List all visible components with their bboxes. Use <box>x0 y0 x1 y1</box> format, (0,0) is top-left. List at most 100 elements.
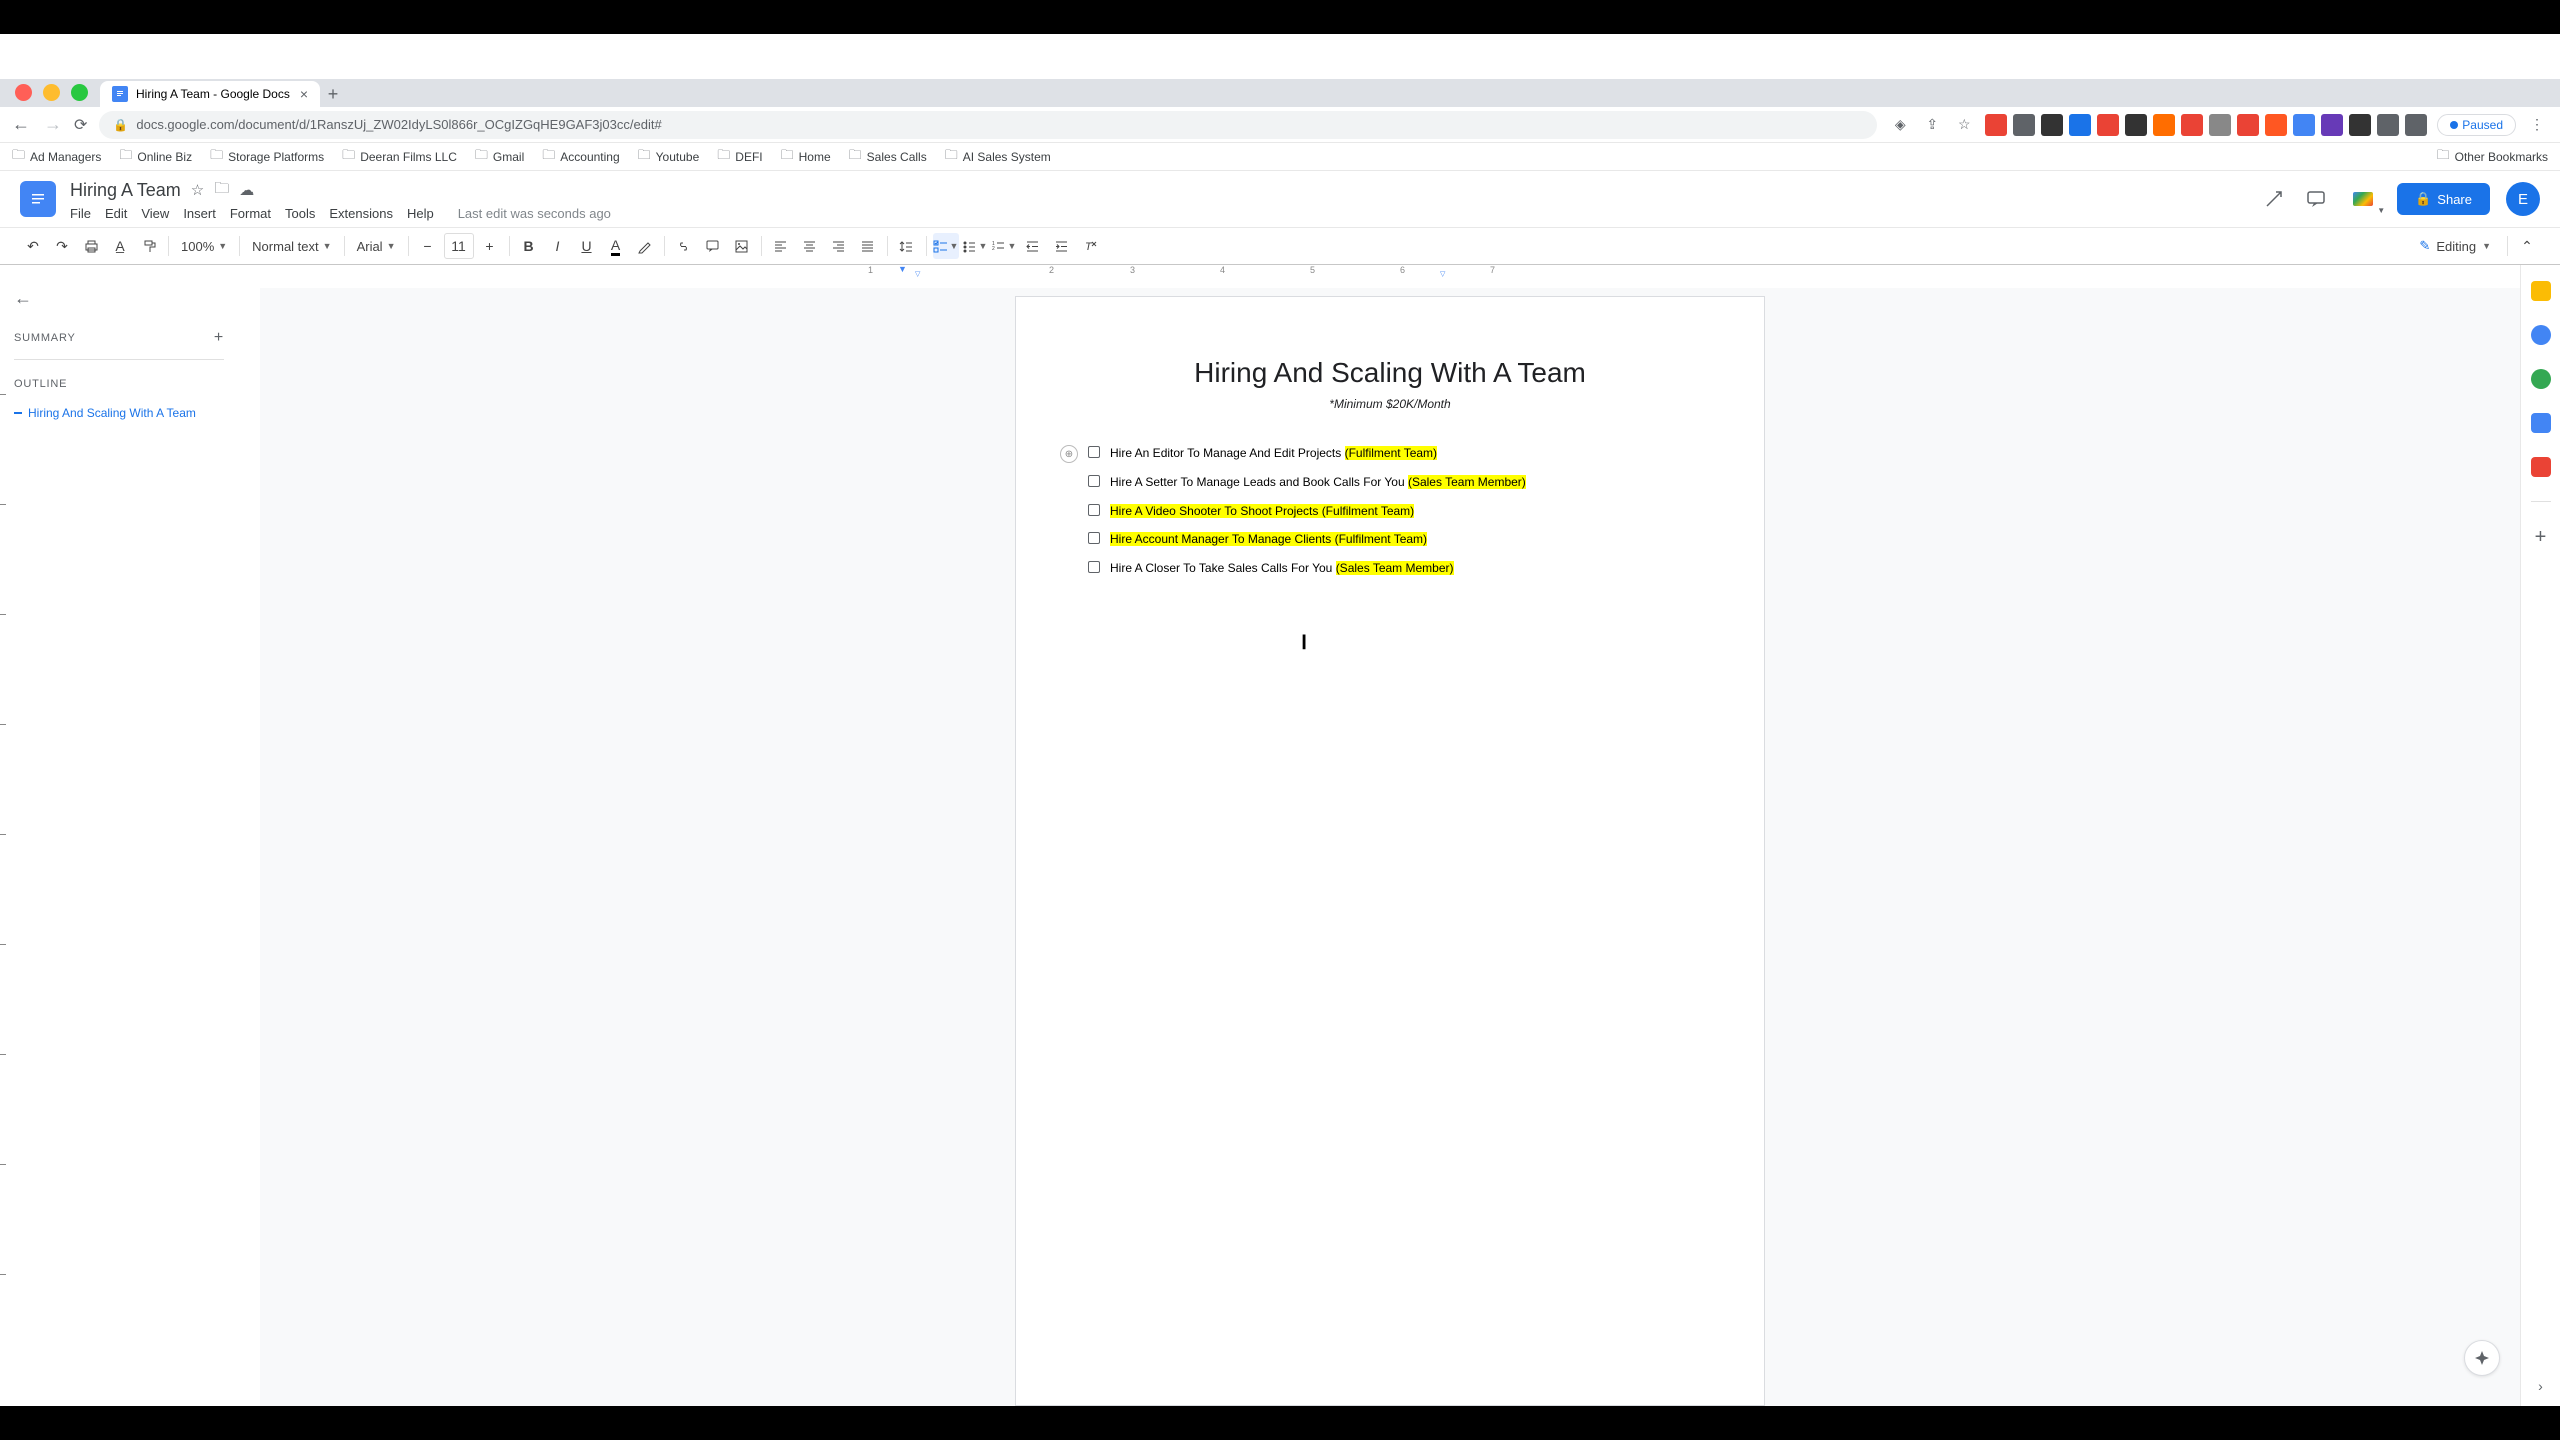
explore-button[interactable] <box>2464 1340 2500 1376</box>
document-title[interactable]: Hiring A Team <box>70 180 181 201</box>
checklist-item[interactable]: Hire A Video Shooter To Shoot Projects (… <box>1088 503 1692 520</box>
bookmark-item[interactable]: 🗀Gmail <box>475 146 524 168</box>
numbered-list-button[interactable]: 12 ▼ <box>991 233 1017 259</box>
document-page[interactable]: Hiring And Scaling With A Team *Minimum … <box>1015 296 1765 1406</box>
menu-help[interactable]: Help <box>407 206 434 221</box>
collapse-outline-icon[interactable]: ← <box>14 288 254 309</box>
calendar-panel-icon[interactable] <box>2531 281 2551 301</box>
user-avatar[interactable]: E <box>2506 182 2540 216</box>
extension-icon[interactable] <box>2321 114 2343 136</box>
version-history-icon[interactable] <box>2261 186 2287 212</box>
profile-paused-button[interactable]: Paused <box>2437 114 2516 136</box>
mac-close-button[interactable] <box>15 84 32 101</box>
extension-icon[interactable] <box>1985 114 2007 136</box>
checklist-item[interactable]: Hire Account Manager To Manage Clients (… <box>1088 531 1692 548</box>
align-left-button[interactable] <box>768 233 794 259</box>
document-canvas[interactable]: Hiring And Scaling With A Team *Minimum … <box>260 288 2520 1406</box>
redo-button[interactable]: ↷ <box>49 233 75 259</box>
docs-logo[interactable] <box>20 181 56 217</box>
outline-heading-link[interactable]: Hiring And Scaling With A Team <box>14 402 254 424</box>
insert-link-button[interactable] <box>671 233 697 259</box>
menu-tools[interactable]: Tools <box>285 206 315 221</box>
spellcheck-button[interactable]: A̲ <box>107 233 133 259</box>
last-edit-text[interactable]: Last edit was seconds ago <box>458 206 611 221</box>
extension-icon[interactable] <box>2349 114 2371 136</box>
bookmark-item[interactable]: 🗀DEFI <box>717 146 762 168</box>
bookmark-item[interactable]: 🗀Home <box>781 146 831 168</box>
checklist-button[interactable]: ▼ <box>933 233 959 259</box>
zoom-select[interactable]: 100%▼ <box>175 239 233 254</box>
url-field[interactable]: 🔒 docs.google.com/document/d/1RanszUj_ZW… <box>99 111 1877 139</box>
extension-icon[interactable] <box>2069 114 2091 136</box>
editing-mode-button[interactable]: ✎ Editing ▼ <box>2409 234 2501 258</box>
menu-file[interactable]: File <box>70 206 91 221</box>
italic-button[interactable]: I <box>545 233 571 259</box>
browser-tab[interactable]: Hiring A Team - Google Docs × <box>100 81 320 107</box>
bookmark-item[interactable]: 🗀Online Biz <box>119 146 192 168</box>
underline-button[interactable]: U <box>574 233 600 259</box>
align-justify-button[interactable] <box>855 233 881 259</box>
bookmark-item[interactable]: 🗀Deeran Films LLC <box>342 146 457 168</box>
extension-icon[interactable] <box>2377 114 2399 136</box>
extension-icon[interactable] <box>2153 114 2175 136</box>
reload-icon[interactable]: ⟳ <box>74 115 87 135</box>
star-icon[interactable]: ☆ <box>1953 114 1975 136</box>
smart-chip-icon[interactable]: ⊕ <box>1060 445 1078 463</box>
highlight-color-button[interactable] <box>632 233 658 259</box>
hide-panel-button[interactable]: › <box>2538 1378 2543 1394</box>
paint-format-button[interactable] <box>136 233 162 259</box>
checklist-item[interactable]: ⊕Hire An Editor To Manage And Edit Proje… <box>1088 445 1692 462</box>
extension-icon[interactable] <box>2405 114 2427 136</box>
meet-button[interactable]: ▼ <box>2345 181 2381 217</box>
extension-icon[interactable] <box>2097 114 2119 136</box>
text-color-button[interactable]: A <box>603 233 629 259</box>
add-panel-button[interactable]: + <box>2535 526 2547 549</box>
cloud-status-icon[interactable]: ☁ <box>239 181 254 199</box>
insert-image-button[interactable] <box>729 233 755 259</box>
checkbox[interactable] <box>1088 504 1100 516</box>
extension-icon[interactable] <box>2237 114 2259 136</box>
extension-icon[interactable] <box>2265 114 2287 136</box>
font-size-input[interactable]: 11 <box>444 233 474 259</box>
bookmark-item[interactable]: 🗀Ad Managers <box>12 146 101 168</box>
checkbox[interactable] <box>1088 475 1100 487</box>
bookmark-item[interactable]: 🗀Accounting <box>542 146 619 168</box>
bold-button[interactable]: B <box>516 233 542 259</box>
other-bookmarks[interactable]: 🗀 Other Bookmarks <box>2437 146 2548 168</box>
checkbox[interactable] <box>1088 446 1100 458</box>
print-button[interactable] <box>78 233 104 259</box>
extension-icon[interactable] <box>2041 114 2063 136</box>
extension-icon[interactable] <box>2181 114 2203 136</box>
contacts-panel-icon[interactable] <box>2531 413 2551 433</box>
checklist-item[interactable]: Hire A Setter To Manage Leads and Book C… <box>1088 474 1692 491</box>
align-center-button[interactable] <box>797 233 823 259</box>
menu-view[interactable]: View <box>141 206 169 221</box>
increase-indent-button[interactable] <box>1049 233 1075 259</box>
mac-window-controls[interactable] <box>15 84 88 101</box>
keep-panel-icon[interactable] <box>2531 325 2551 345</box>
share-icon[interactable]: ⇪ <box>1921 114 1943 136</box>
gcast-icon[interactable]: ◈ <box>1889 114 1911 136</box>
menu-insert[interactable]: Insert <box>183 206 216 221</box>
decrease-indent-button[interactable] <box>1020 233 1046 259</box>
bookmark-item[interactable]: 🗀Storage Platforms <box>210 146 324 168</box>
ruler[interactable]: 1 2 3 4 5 6 7 ▼ ▽ ▽ <box>260 265 2520 281</box>
star-document-icon[interactable]: ☆ <box>191 181 204 199</box>
align-right-button[interactable] <box>826 233 852 259</box>
new-tab-button[interactable]: + <box>320 81 346 107</box>
insert-comment-button[interactable] <box>700 233 726 259</box>
extension-icon[interactable] <box>2293 114 2315 136</box>
undo-button[interactable]: ↶ <box>20 233 46 259</box>
bookmark-item[interactable]: 🗀Sales Calls <box>849 146 927 168</box>
nav-back-icon[interactable]: ← <box>12 114 30 135</box>
document-subtitle[interactable]: *Minimum $20K/Month <box>1088 397 1692 411</box>
maps-panel-icon[interactable] <box>2531 457 2551 477</box>
line-spacing-button[interactable] <box>894 233 920 259</box>
bookmark-item[interactable]: 🗀Youtube <box>638 146 700 168</box>
tasks-panel-icon[interactable] <box>2531 369 2551 389</box>
browser-menu-icon[interactable]: ⋮ <box>2526 114 2548 136</box>
menu-edit[interactable]: Edit <box>105 206 127 221</box>
comments-icon[interactable] <box>2303 186 2329 212</box>
checkbox[interactable] <box>1088 532 1100 544</box>
mac-minimize-button[interactable] <box>43 84 60 101</box>
